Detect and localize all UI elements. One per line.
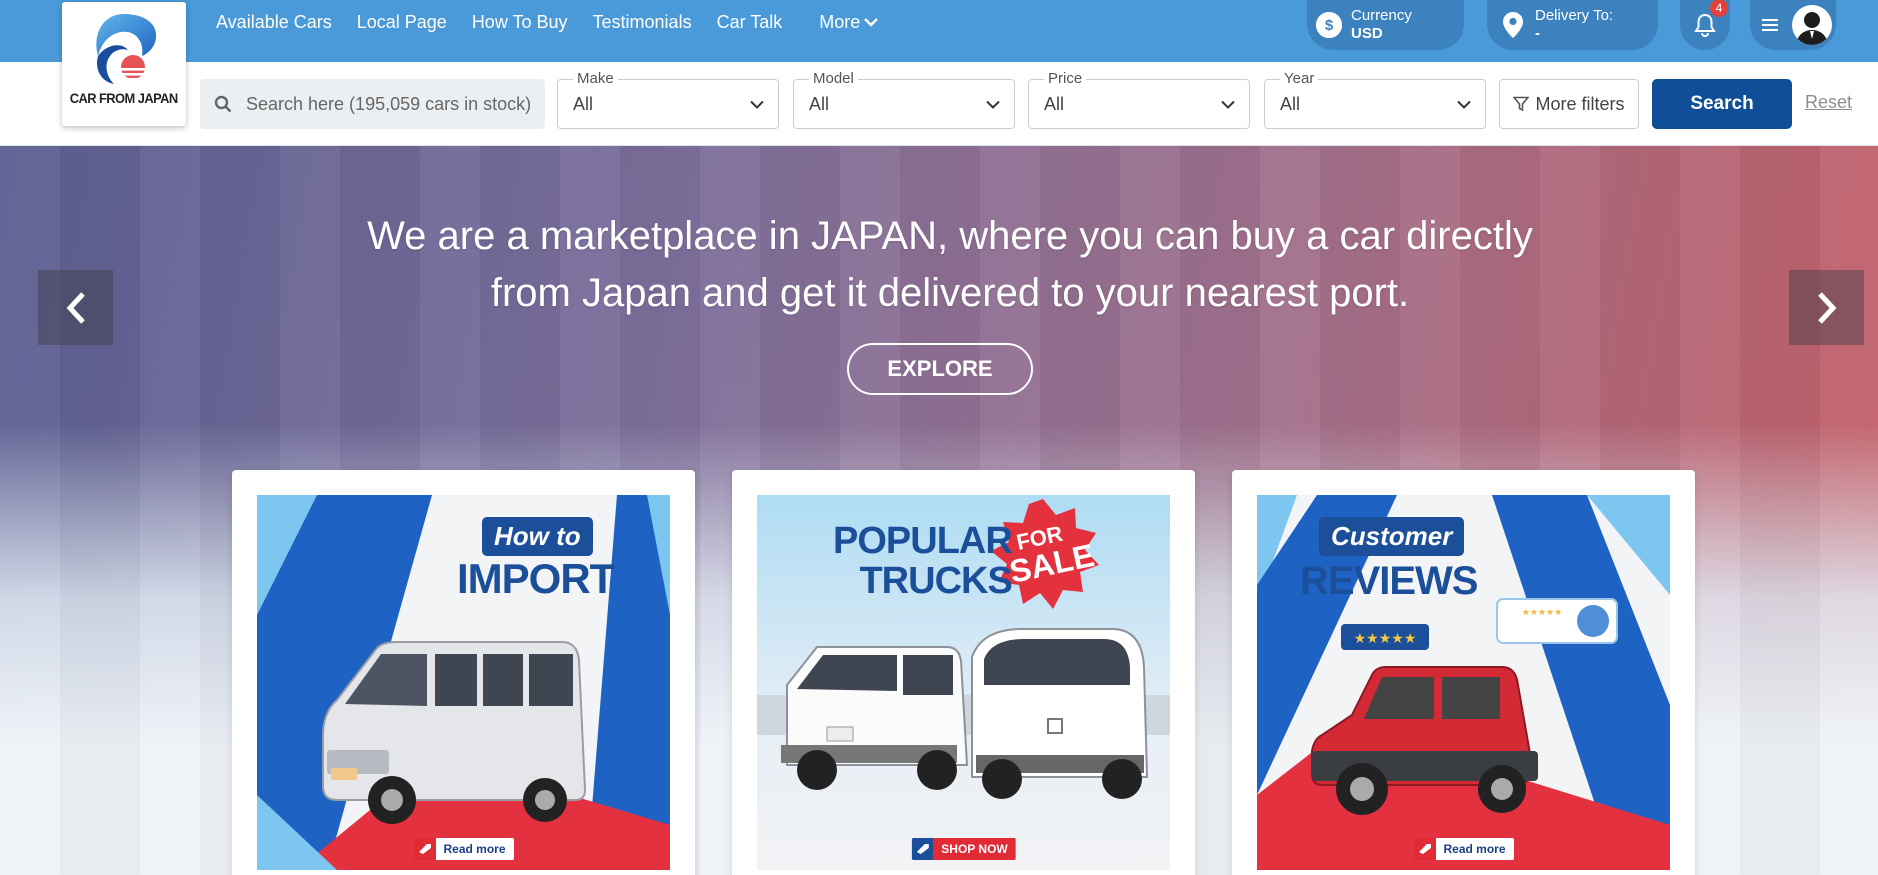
- delivery-selector[interactable]: Delivery To: -: [1487, 0, 1658, 50]
- chevron-down-icon: [864, 18, 879, 27]
- nav-testimonials[interactable]: Testimonials: [593, 12, 692, 33]
- promo-card-popular-trucks[interactable]: POPULAR TRUCKS FOR SALE SHOP NOW: [732, 470, 1195, 875]
- explore-button[interactable]: EXPLORE: [847, 343, 1033, 395]
- hero-headline-line-2: from Japan and get it delivered to your …: [490, 271, 1410, 315]
- user-menu-button[interactable]: [1750, 0, 1836, 50]
- reset-link[interactable]: Reset: [1805, 92, 1852, 113]
- truck-icon: [911, 838, 934, 860]
- filter-icon: [1513, 96, 1530, 112]
- top-navigation-bar: Available Cars Local Page How To Buy Tes…: [0, 0, 1878, 62]
- logo-text: CAR FROM JAPAN: [70, 90, 179, 106]
- logo-mark-icon: [96, 14, 157, 84]
- read-more-button[interactable]: Read more: [413, 838, 514, 860]
- more-filters-label: More filters: [1535, 93, 1625, 114]
- chevron-left-icon: [66, 291, 85, 324]
- currency-value: USD: [1351, 24, 1383, 42]
- svg-text:★★★★★: ★★★★★: [1522, 608, 1562, 618]
- year-label: Year: [1280, 70, 1319, 87]
- card-title: POPULAR TRUCKS: [833, 520, 1013, 602]
- search-box[interactable]: [200, 79, 545, 129]
- promo-card-customer-reviews[interactable]: ★★★★★ ★★★★★ Customer REVIEWS Read more: [1232, 470, 1695, 875]
- chevron-right-icon: [1817, 291, 1836, 324]
- card-badge: How to: [482, 517, 593, 556]
- search-input[interactable]: [246, 93, 536, 115]
- more-filters-button[interactable]: More filters: [1499, 79, 1639, 129]
- promo-image-customer-reviews: ★★★★★ ★★★★★ Customer REVIEWS Read more: [1257, 495, 1670, 870]
- year-value: All: [1280, 93, 1301, 114]
- svg-text:$: $: [1325, 17, 1334, 34]
- hamburger-menu-icon: [1762, 19, 1778, 31]
- read-more-label: Read more: [1435, 838, 1514, 860]
- search-button[interactable]: Search: [1652, 79, 1792, 129]
- card-title: REVIEWS: [1300, 559, 1478, 603]
- delivery-label: Delivery To:: [1535, 6, 1614, 24]
- shop-now-label: SHOP NOW: [933, 838, 1016, 860]
- model-select[interactable]: Model All: [793, 70, 1015, 129]
- user-avatar-icon: [1792, 5, 1832, 45]
- nav-available-cars[interactable]: Available Cars: [216, 12, 332, 33]
- year-select[interactable]: Year All: [1264, 70, 1486, 129]
- promo-image-popular-trucks: POPULAR TRUCKS FOR SALE SHOP NOW: [757, 495, 1170, 870]
- model-value: All: [809, 93, 830, 114]
- dollar-icon: $: [1316, 12, 1342, 38]
- nav-local-page[interactable]: Local Page: [357, 12, 447, 33]
- promo-image-how-to-import: How to IMPORT Read more: [257, 495, 670, 870]
- truck-icon: [1413, 838, 1436, 860]
- map-pin-icon: [1503, 12, 1523, 38]
- price-select[interactable]: Price All: [1028, 70, 1250, 129]
- chevron-down-icon: [1457, 100, 1471, 109]
- card-title-line-2: TRUCKS: [859, 560, 1012, 602]
- card-title: IMPORT: [457, 555, 615, 602]
- truck-icon: [413, 838, 436, 860]
- nav-car-talk[interactable]: Car Talk: [717, 12, 783, 33]
- bell-icon: [1694, 13, 1716, 37]
- currency-label: Currency: [1351, 6, 1412, 24]
- chevron-down-icon: [1221, 100, 1235, 109]
- carousel-prev-button[interactable]: [38, 270, 113, 345]
- chevron-down-icon: [750, 100, 764, 109]
- make-label: Make: [573, 70, 618, 87]
- promo-card-how-to-import[interactable]: How to IMPORT Read more: [232, 470, 695, 875]
- card-badge: Customer: [1319, 517, 1465, 556]
- card-title-line-1: POPULAR: [833, 520, 1013, 562]
- search-filter-bar: Make All Model All Price All Year All Mo…: [0, 62, 1878, 146]
- hero-headline: We are a marketplace in JAPAN, where you…: [300, 208, 1600, 322]
- delivery-value: -: [1535, 24, 1540, 42]
- read-more-button[interactable]: Read more: [1413, 838, 1514, 860]
- price-label: Price: [1044, 70, 1087, 87]
- price-value: All: [1044, 93, 1065, 114]
- shop-now-button[interactable]: SHOP NOW: [911, 838, 1016, 860]
- read-more-label: Read more: [435, 838, 514, 860]
- nav-more-dropdown[interactable]: More: [819, 11, 879, 33]
- currency-selector[interactable]: $ Currency USD: [1307, 0, 1464, 50]
- model-label: Model: [809, 70, 858, 87]
- nav-more-label: More: [819, 11, 861, 32]
- make-value: All: [573, 93, 594, 114]
- hero-headline-line-1: We are a marketplace in JAPAN, where you…: [367, 214, 1533, 258]
- hero-banner: We are a marketplace in JAPAN, where you…: [0, 146, 1878, 875]
- site-logo[interactable]: CAR FROM JAPAN: [62, 2, 186, 126]
- main-nav: Available Cars Local Page How To Buy Tes…: [216, 0, 903, 44]
- svg-text:★★★★★: ★★★★★: [1354, 631, 1417, 647]
- carousel-next-button[interactable]: [1789, 270, 1864, 345]
- search-icon: [214, 95, 232, 113]
- make-select[interactable]: Make All: [557, 70, 779, 129]
- nav-how-to-buy[interactable]: How To Buy: [472, 12, 568, 33]
- chevron-down-icon: [986, 100, 1000, 109]
